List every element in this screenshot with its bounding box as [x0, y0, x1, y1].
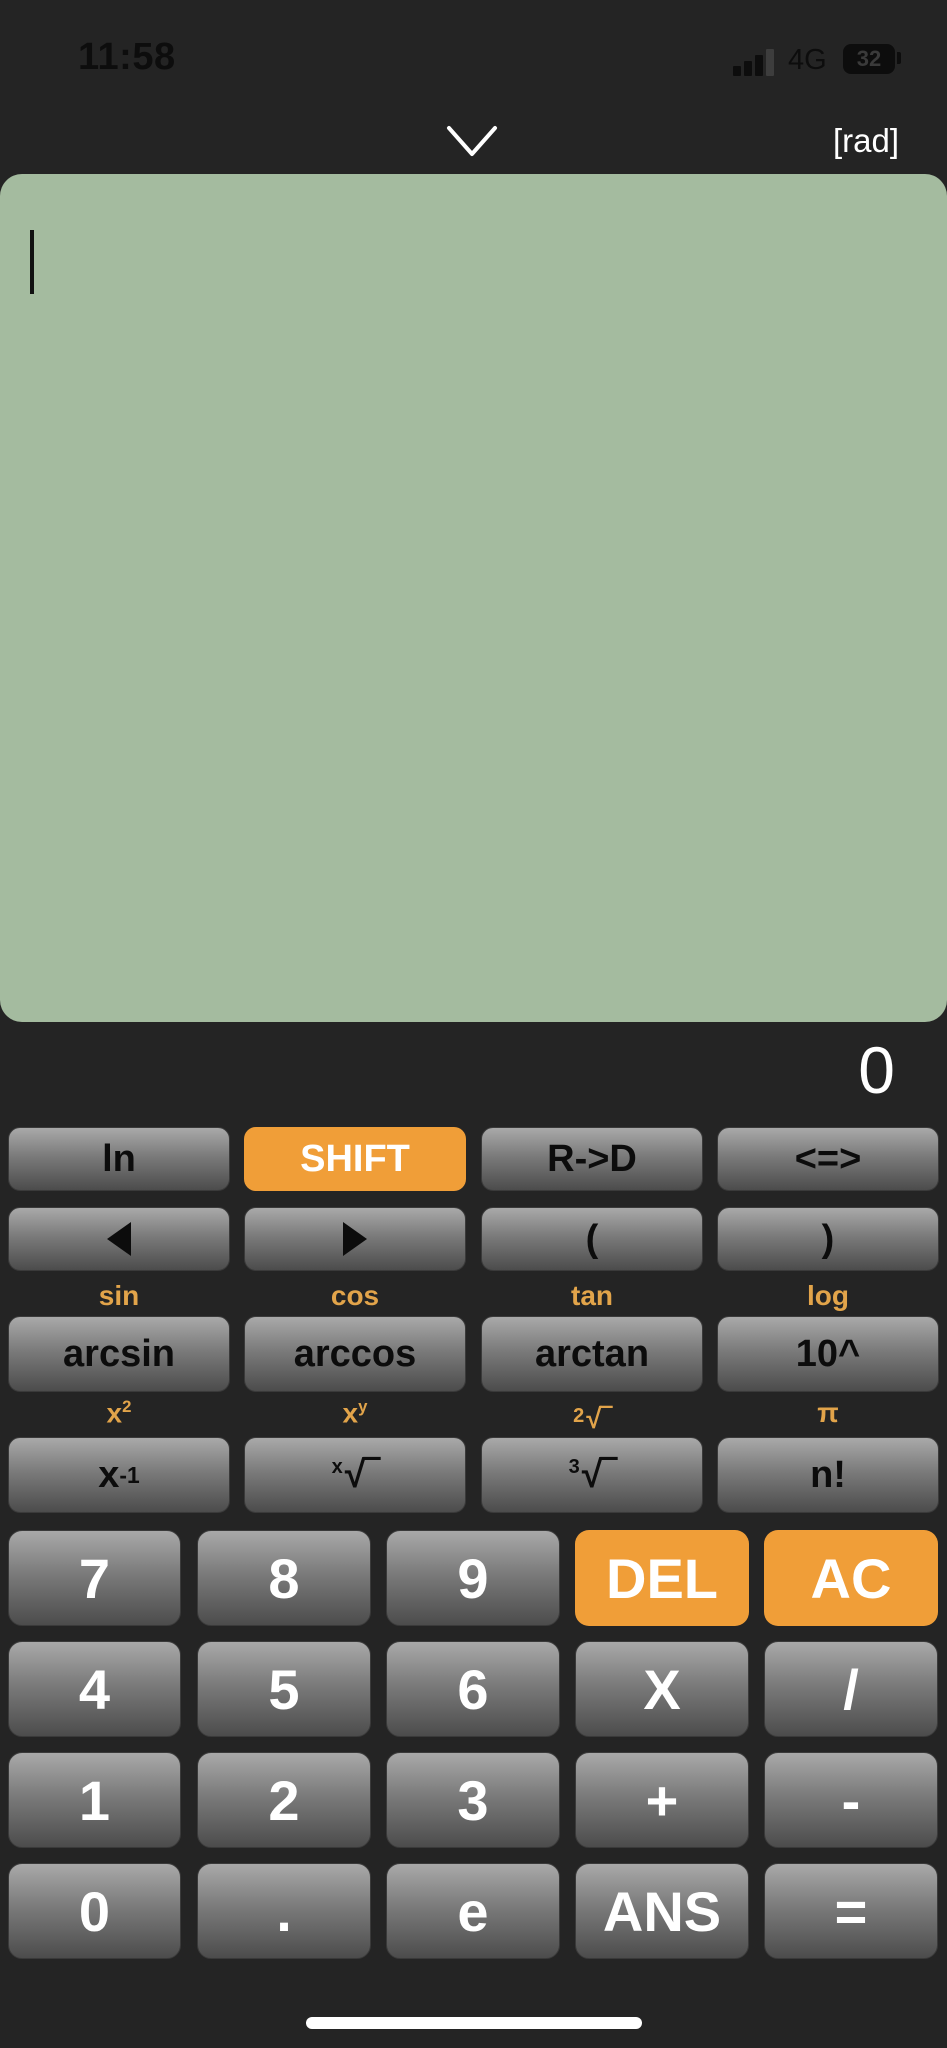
- minus-button[interactable]: -: [764, 1752, 938, 1848]
- home-indicator[interactable]: [306, 2017, 642, 2029]
- rad-to-deg-button[interactable]: R->D: [481, 1127, 703, 1191]
- decimal-point-button[interactable]: .: [197, 1863, 371, 1959]
- shift-label-sqrt: 2 √‾: [573, 1403, 611, 1434]
- delete-button[interactable]: DEL: [575, 1530, 749, 1626]
- equals-button[interactable]: =: [764, 1863, 938, 1959]
- digit-1-button[interactable]: 1: [8, 1752, 181, 1848]
- digit-9-button[interactable]: 9: [386, 1530, 560, 1626]
- digit-5-button[interactable]: 5: [197, 1641, 371, 1737]
- cursor-right-button[interactable]: [244, 1207, 466, 1271]
- digit-2-button[interactable]: 2: [197, 1752, 371, 1848]
- text-caret: [30, 230, 34, 294]
- digit-0-button[interactable]: 0: [8, 1863, 181, 1959]
- shift-label-cos: cos: [330, 1280, 380, 1311]
- cube-root-button[interactable]: 3 √‾: [481, 1437, 703, 1513]
- shift-label-power: xy: [342, 1397, 368, 1429]
- cursor-left-button[interactable]: [8, 1207, 230, 1271]
- swap-button[interactable]: <=>: [717, 1127, 939, 1191]
- chevron-down-icon[interactable]: [446, 124, 498, 160]
- xroot-button[interactable]: x √‾: [244, 1437, 466, 1513]
- radical-icon: √‾: [344, 1453, 379, 1496]
- open-paren-button[interactable]: (: [481, 1207, 703, 1271]
- all-clear-button[interactable]: AC: [764, 1530, 938, 1626]
- shift-label-square: x2: [106, 1397, 132, 1429]
- divide-button[interactable]: /: [764, 1641, 938, 1737]
- shift-label-tan: tan: [571, 1280, 613, 1311]
- answer-button[interactable]: ANS: [575, 1863, 749, 1959]
- arctan-button[interactable]: arctan: [481, 1316, 703, 1392]
- shift-label-pi: π: [817, 1397, 839, 1428]
- network-type: 4G: [788, 44, 827, 76]
- shift-label-sin: sin: [98, 1280, 140, 1311]
- shift-button[interactable]: SHIFT: [244, 1127, 466, 1191]
- multiply-button[interactable]: X: [575, 1641, 749, 1737]
- digit-7-button[interactable]: 7: [8, 1530, 181, 1626]
- close-paren-button[interactable]: ): [717, 1207, 939, 1271]
- radical-icon: √‾: [581, 1453, 616, 1496]
- signal-icon: [733, 48, 777, 76]
- battery-tip: [897, 52, 901, 64]
- arccos-button[interactable]: arccos: [244, 1316, 466, 1392]
- status-time: 11:58: [78, 36, 176, 78]
- battery-icon: 32: [843, 44, 895, 74]
- pow10-button[interactable]: 10^: [717, 1316, 939, 1392]
- digit-8-button[interactable]: 8: [197, 1530, 371, 1626]
- digit-3-button[interactable]: 3: [386, 1752, 560, 1848]
- shift-label-log: log: [807, 1280, 849, 1311]
- triangle-right-icon: [343, 1222, 367, 1256]
- arcsin-button[interactable]: arcsin: [8, 1316, 230, 1392]
- result-value: 0: [858, 1033, 895, 1107]
- factorial-button[interactable]: n!: [717, 1437, 939, 1513]
- expression-display[interactable]: [0, 174, 947, 1022]
- triangle-left-icon: [107, 1222, 131, 1256]
- digit-6-button[interactable]: 6: [386, 1641, 560, 1737]
- euler-e-button[interactable]: e: [386, 1863, 560, 1959]
- inverse-button[interactable]: x -1: [8, 1437, 230, 1513]
- plus-button[interactable]: +: [575, 1752, 749, 1848]
- angle-mode-indicator[interactable]: [rad]: [833, 122, 899, 160]
- ln-button[interactable]: ln: [8, 1127, 230, 1191]
- radical-icon: √‾: [586, 1403, 611, 1434]
- digit-4-button[interactable]: 4: [8, 1641, 181, 1737]
